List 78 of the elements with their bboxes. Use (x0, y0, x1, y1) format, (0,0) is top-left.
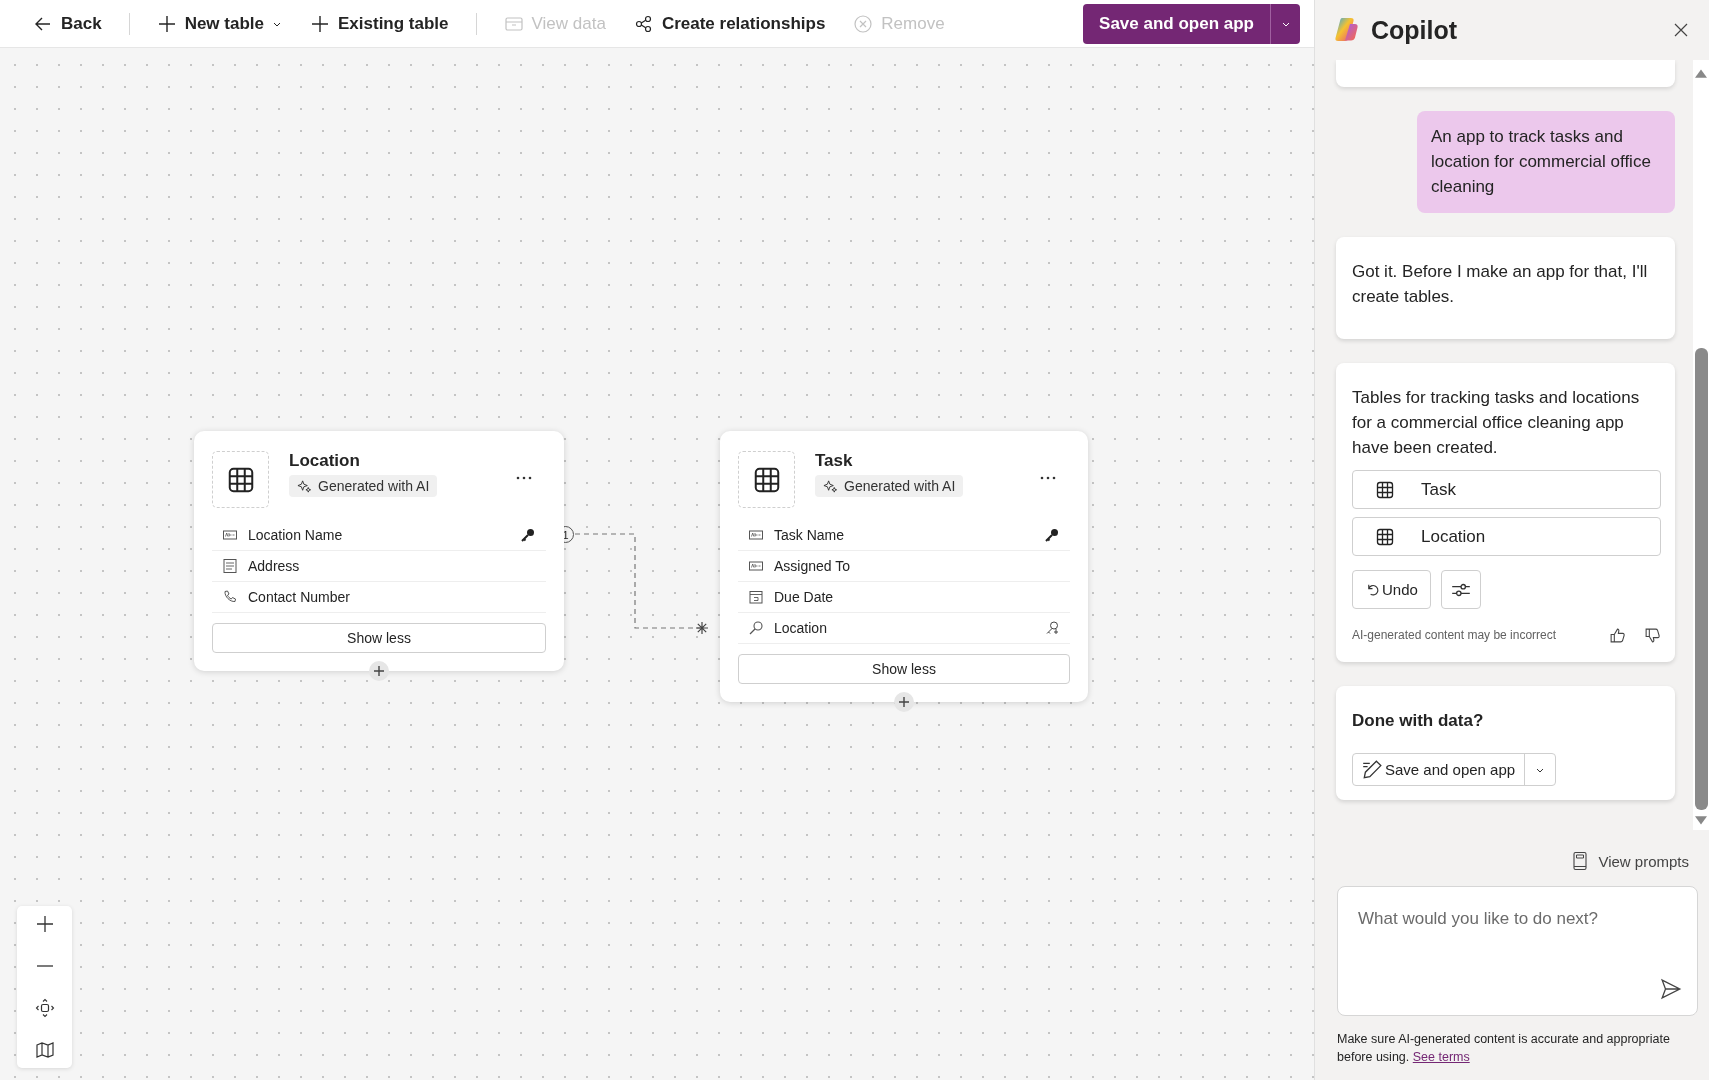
scroll-down-icon[interactable] (1695, 816, 1707, 826)
relationship-icon (633, 13, 654, 34)
field-row[interactable]: Due Date (738, 582, 1070, 613)
search-icon (748, 620, 764, 636)
field-name: Location (774, 620, 828, 636)
text-field-icon (222, 527, 238, 543)
plus-icon (310, 13, 330, 34)
panel-title: Copilot (1371, 15, 1459, 45)
assistant-message: Tables for tracking tasks and locations for a commercial office cleaning app have been created. (1352, 387, 1641, 459)
table-name: Location (289, 451, 360, 471)
toolbar-button[interactable]: Back (22, 7, 113, 40)
text-field-icon (748, 527, 764, 543)
table-grid-icon (1375, 526, 1395, 547)
phone-icon (222, 589, 238, 605)
show-less-button[interactable]: Show less (738, 654, 1070, 684)
disclaimer-text: Make sure AI-generated content is accurate and appropriate before using. See terms (1337, 1031, 1671, 1066)
text-field-icon (748, 558, 764, 574)
multiline-text-icon (222, 558, 238, 574)
scrollbar[interactable] (1693, 60, 1709, 830)
table-card[interactable]: Task Generated with AI Task Name Assigned To Due Date Location Show less (720, 431, 1088, 702)
link-key-icon (1044, 620, 1060, 636)
field-name: Contact Number (248, 589, 351, 605)
scrollbar-thumb[interactable] (1695, 348, 1708, 810)
thumbs-down-icon[interactable] (1644, 627, 1661, 644)
ai-badge: Generated with AI (815, 475, 964, 497)
map-icon[interactable] (34, 1040, 55, 1060)
field-name: Task Name (774, 527, 846, 543)
save-and-open-app-button[interactable]: Save and open app (1353, 754, 1525, 785)
field-name: Location Name (248, 527, 344, 543)
terms-link[interactable]: See terms (1412, 1050, 1470, 1064)
plus-icon (156, 13, 177, 34)
add-icon[interactable] (369, 661, 389, 681)
message-title: Done with data? (1352, 710, 1485, 732)
pen-icon (1361, 758, 1383, 781)
undo-button[interactable]: Undo (1352, 570, 1431, 609)
dropdown-button[interactable] (1270, 3, 1300, 44)
field-row[interactable]: Address (212, 551, 546, 582)
field-name: Due Date (774, 589, 835, 605)
table-grid-icon (1375, 479, 1395, 500)
toolbar-button[interactable]: Create relationships (622, 7, 837, 40)
close-icon[interactable] (1673, 22, 1689, 38)
sparkle-icon (297, 478, 312, 494)
table-link-button[interactable]: Task (1352, 470, 1661, 509)
settings-button[interactable] (1440, 570, 1481, 609)
show-less-button[interactable]: Show less (212, 623, 546, 653)
book-icon (1572, 851, 1589, 871)
more-options-icon[interactable] (1040, 476, 1056, 480)
field-row[interactable]: Contact Number (212, 582, 546, 613)
thumbs-up-icon[interactable] (1609, 627, 1626, 644)
ai-badge: Generated with AI (289, 475, 438, 497)
table-card[interactable]: Location Generated with AI Location Name Address Contact Number Show less (194, 431, 564, 671)
field-row[interactable]: Assigned To (738, 551, 1070, 582)
copilot-logo-icon (1333, 16, 1361, 44)
field-row[interactable]: Location Name (212, 520, 546, 551)
toolbar-button[interactable]: New table (145, 7, 293, 40)
undo-icon (1365, 582, 1380, 597)
disclaimer-text: AI-generated content may be incorrect (1352, 627, 1558, 644)
send-icon[interactable] (1660, 978, 1682, 1000)
calendar-icon (748, 589, 764, 605)
view-prompts-button[interactable]: View prompts (1566, 850, 1695, 872)
scroll-up-icon[interactable] (1695, 68, 1707, 78)
remove-icon (853, 13, 874, 34)
save-and-open-app-button[interactable]: Save and open app (1083, 3, 1270, 44)
add-icon[interactable] (894, 692, 914, 712)
table-link-button[interactable]: Location (1352, 517, 1661, 556)
field-name: Assigned To (774, 558, 851, 574)
assistant-message: Got it. Before I make an app for that, I'll create tables. (1336, 237, 1675, 339)
more-options-icon[interactable] (516, 476, 532, 480)
toolbar-button[interactable]: Existing table (299, 7, 460, 40)
field-row[interactable]: Task Name (738, 520, 1070, 551)
user-message: An app to track tasks and location for commercial office cleaning (1417, 111, 1675, 213)
table-name: Task (815, 451, 853, 471)
prompt-input[interactable]: What would you like to do next? (1337, 886, 1698, 1016)
zoom-in-icon[interactable] (34, 914, 55, 934)
fit-view-icon[interactable] (34, 998, 55, 1018)
field-name: Address (248, 558, 301, 574)
sparkle-icon (823, 478, 838, 494)
field-row[interactable]: Location (738, 613, 1070, 644)
